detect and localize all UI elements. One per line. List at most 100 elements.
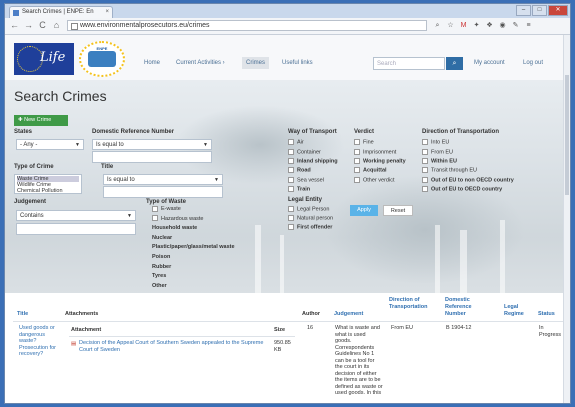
checkbox[interactable] (422, 139, 428, 145)
transport-option[interactable]: Road (288, 167, 311, 173)
direction-option[interactable]: Out of EU to OECD country (422, 186, 502, 192)
domestic-ref-operator[interactable]: Is equal to ▼ (92, 139, 212, 150)
direction-option[interactable]: Within EU (422, 158, 457, 164)
checkbox[interactable] (288, 224, 294, 230)
zoom-icon[interactable]: ⌕ (433, 21, 442, 30)
checkbox[interactable] (288, 186, 294, 192)
waste-option[interactable]: Tyres (152, 272, 235, 282)
checkbox[interactable] (152, 215, 158, 222)
mail-icon[interactable]: M (459, 21, 468, 30)
checkbox[interactable] (354, 139, 360, 145)
judgement-input[interactable] (16, 223, 136, 235)
my-account-link[interactable]: My account (474, 60, 505, 66)
transport-option[interactable]: Inland shipping (288, 158, 338, 164)
star-icon[interactable]: ☆ (446, 21, 455, 30)
transport-option[interactable]: Container (288, 149, 321, 155)
column-header-direction[interactable]: Direction of Transportation (389, 297, 439, 311)
attachment-link[interactable]: Decision of the Appeal Court of Southern… (79, 340, 269, 353)
direction-option[interactable]: Into EU (422, 139, 449, 145)
checkbox[interactable] (422, 186, 428, 192)
waste-option[interactable]: Hazardous waste (152, 215, 235, 225)
waste-option[interactable]: Other (152, 282, 235, 292)
scrollbar-thumb[interactable] (565, 75, 569, 195)
verdict-option[interactable]: Working penalty (354, 158, 406, 164)
title-input[interactable] (103, 186, 223, 198)
checkbox[interactable] (422, 149, 428, 155)
home-icon[interactable]: ⌂ (51, 20, 62, 30)
waste-option[interactable]: Plastic/paper/glass/metal waste (152, 243, 235, 253)
direction-option[interactable]: From EU (422, 149, 453, 155)
verdict-option[interactable]: Other verdict (354, 177, 394, 183)
enpe-logo[interactable]: ENPE (79, 41, 125, 77)
direction-option[interactable]: Out of EU to non OECD country (422, 177, 514, 183)
apply-button[interactable]: Apply (350, 205, 378, 216)
waste-option[interactable]: Nuclear (152, 234, 235, 244)
checkbox[interactable] (354, 158, 360, 164)
address-bar[interactable]: www.environmentalprosecutors.eu/crimes (67, 20, 427, 31)
waste-option[interactable]: Rubber (152, 263, 235, 273)
page-scrollbar[interactable] (563, 35, 570, 403)
close-window-button[interactable]: ✕ (548, 5, 568, 16)
reset-button[interactable]: Reset (383, 205, 413, 216)
checkbox[interactable] (422, 167, 428, 173)
states-select[interactable]: - Any - ▼ (16, 139, 84, 150)
checkbox[interactable] (288, 177, 294, 183)
transport-option[interactable]: Air (288, 139, 304, 145)
browser-tab[interactable]: Search Crimes | ENPE: En × (9, 6, 113, 18)
column-header-legal-regime[interactable]: Legal Regime (504, 304, 534, 318)
new-crime-button[interactable]: ✚ New Crime (14, 115, 68, 126)
life-logo[interactable]: Life (14, 43, 74, 75)
logout-link[interactable]: Log out (523, 60, 543, 66)
menu-current-activities[interactable]: Current Activities › (176, 60, 225, 66)
column-header-status[interactable]: Status (538, 311, 555, 318)
tab-close-icon[interactable]: × (105, 9, 109, 15)
checkbox[interactable] (354, 167, 360, 173)
checkbox[interactable] (288, 139, 294, 145)
puzzle-icon[interactable]: ❖ (485, 21, 494, 30)
type-of-crime-listbox[interactable]: Waste Crime Wildlife Crime Chemical Poll… (14, 174, 82, 194)
column-header-title[interactable]: Title (17, 311, 28, 318)
title-operator[interactable]: Is equal to ▼ (103, 174, 223, 185)
minimize-button[interactable]: – (516, 5, 531, 16)
extension-icon[interactable]: ✦ (472, 21, 481, 30)
forward-icon[interactable]: → (23, 20, 34, 30)
waste-option[interactable]: E-waste (152, 205, 235, 215)
transport-option[interactable]: Train (288, 186, 310, 192)
transport-option[interactable]: Sea vessel (288, 177, 324, 183)
legal-entity-option[interactable]: First offender (288, 224, 332, 230)
verdict-option[interactable]: Acquittal (354, 167, 387, 173)
column-header-domestic-ref[interactable]: Domestic Reference Number (445, 297, 490, 318)
direction-option[interactable]: Transit through EU (422, 167, 477, 173)
back-icon[interactable]: ← (9, 20, 20, 30)
judgement-operator[interactable]: Contains ▼ (16, 210, 136, 221)
checkbox[interactable] (422, 158, 428, 164)
settings-icon[interactable]: ≡ (524, 21, 533, 30)
checkbox[interactable] (288, 215, 294, 221)
checkbox[interactable] (152, 205, 158, 212)
globe-icon[interactable]: ◉ (498, 21, 507, 30)
menu-home[interactable]: Home (144, 60, 160, 66)
site-search-input[interactable]: Search (373, 57, 445, 70)
menu-useful-links[interactable]: Useful links (282, 60, 313, 66)
verdict-option[interactable]: Imprisonment (354, 149, 396, 155)
pen-icon[interactable]: ✎ (511, 21, 520, 30)
reload-icon[interactable]: C (37, 20, 48, 30)
checkbox[interactable] (288, 158, 294, 164)
column-header-judgement[interactable]: Judgement (334, 311, 363, 318)
waste-option[interactable]: Household waste (152, 224, 235, 234)
legal-entity-option[interactable]: Natural person (288, 215, 333, 221)
waste-option[interactable]: Poison (152, 253, 235, 263)
search-icon[interactable]: ⌕ (446, 57, 463, 70)
verdict-option[interactable]: Fine (354, 139, 374, 145)
maximize-button[interactable]: □ (532, 5, 547, 16)
checkbox[interactable] (354, 177, 360, 183)
legal-entity-option[interactable]: Legal Person (288, 206, 329, 212)
checkbox[interactable] (288, 149, 294, 155)
checkbox[interactable] (288, 206, 294, 212)
checkbox[interactable] (422, 177, 428, 183)
menu-crimes[interactable]: Crimes (242, 57, 269, 69)
list-item[interactable]: Chemical Pollution (17, 188, 79, 193)
domestic-ref-input[interactable] (92, 151, 212, 163)
checkbox[interactable] (288, 167, 294, 173)
row-title-link[interactable]: Used goods or dangerous waste? Prosecuti… (19, 325, 61, 358)
